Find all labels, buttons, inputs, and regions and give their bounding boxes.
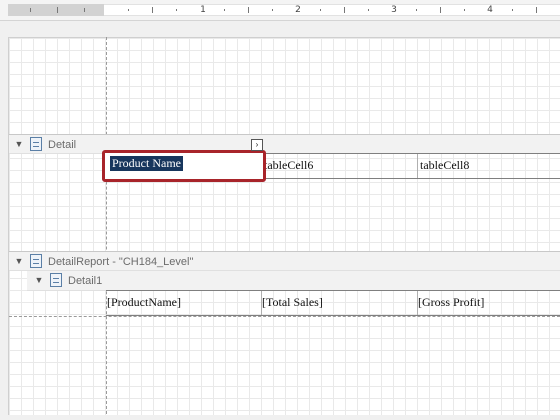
- collapse-triangle-icon[interactable]: ▼: [13, 255, 25, 267]
- cell-text: [Gross Profit]: [418, 295, 485, 309]
- table-cell[interactable]: [Gross Profit]: [418, 291, 560, 315]
- ruler-tick: [248, 7, 249, 13]
- ruler-number: 4: [487, 5, 493, 15]
- table-cell[interactable]: [ProductName]: [106, 291, 262, 315]
- band-label: Detail: [48, 139, 77, 151]
- cell-text: tableCell6: [264, 158, 314, 172]
- ruler-tick: [344, 7, 345, 13]
- ruler-tick: [536, 7, 537, 13]
- ruler-tick: [320, 9, 321, 11]
- ruler-number: 3: [391, 5, 397, 15]
- table-cell[interactable]: [Total Sales]: [262, 291, 418, 315]
- table-cell[interactable]: tableCell6: [262, 154, 418, 178]
- ruler-tick: [512, 9, 513, 11]
- ruler-tick: [57, 7, 58, 13]
- detail-report-icon: [30, 254, 42, 268]
- ruler-tick: [176, 9, 177, 11]
- report-design-surface[interactable]: [8, 37, 560, 415]
- ruler-number: 2: [295, 5, 301, 15]
- collapse-triangle-icon[interactable]: ▼: [33, 274, 45, 286]
- ruler-tick: [368, 9, 369, 11]
- ruler-tick: [224, 9, 225, 11]
- left-margin-guide: [106, 37, 107, 414]
- ruler-tick: [152, 7, 153, 13]
- band-header-detail[interactable]: ▼ Detail: [9, 134, 560, 154]
- cell-text: [Total Sales]: [262, 295, 323, 309]
- horizontal-ruler: 1 2 3 4: [0, 0, 560, 21]
- detail1-table-row[interactable]: [ProductName] [Total Sales] [Gross Profi…: [106, 290, 560, 316]
- cell-text: [ProductName]: [107, 295, 181, 309]
- ruler-tick: [440, 7, 441, 13]
- ruler-tick: [128, 9, 129, 11]
- collapse-triangle-icon[interactable]: ▼: [13, 138, 25, 150]
- band-label: Detail1: [68, 275, 103, 287]
- band-icon: [50, 273, 62, 287]
- band-bottom-guide: [9, 316, 560, 317]
- ruler-number: 1: [200, 5, 206, 15]
- selected-table-cell-editor[interactable]: Product Name: [102, 150, 266, 182]
- band-icon: [30, 137, 42, 151]
- band-header-detail-report[interactable]: ▼ DetailReport - "CH184_Level": [9, 251, 560, 271]
- smart-tag-chevron-icon[interactable]: ›: [251, 139, 263, 151]
- ruler-tick: [84, 8, 85, 12]
- ruler-margin-area: [8, 4, 104, 16]
- table-cell[interactable]: tableCell8: [418, 154, 560, 178]
- cell-text: tableCell8: [420, 158, 470, 172]
- ruler-tick: [272, 9, 273, 11]
- ruler-tick: [30, 8, 31, 12]
- selected-cell-text[interactable]: Product Name: [110, 156, 183, 171]
- ruler-tick: [416, 9, 417, 11]
- band-header-detail1[interactable]: ▼ Detail1: [27, 271, 560, 291]
- ruler-tick: [464, 9, 465, 11]
- band-label: DetailReport - "CH184_Level": [48, 256, 194, 268]
